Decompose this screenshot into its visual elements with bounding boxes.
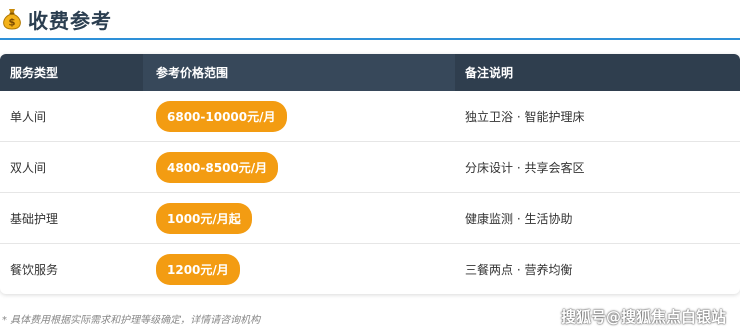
price-cell: 4800-8500元/月 [143,151,455,183]
column-header-service-type: 服务类型 [10,66,59,80]
table-row: 单人间 6800-10000元/月 独立卫浴 · 智能护理床 [0,91,740,142]
section-header: $ 收费参考 [0,0,740,40]
price-badge: 1000元/月起 [156,202,252,234]
pricing-table: 服务类型 参考价格范围 备注说明 单人间 6800-10000元/月 独立卫浴 … [0,54,740,294]
page-title: 收费参考 [28,8,112,33]
column-header-notes: 备注说明 [465,66,514,80]
money-bag-icon: $ [2,8,22,30]
price-badge: 1200元/月 [156,254,240,285]
service-type-cell: 基础护理 [10,211,59,226]
price-cell: 1000元/月起 [143,202,455,234]
note-cell: 独立卫浴 · 智能护理床 [465,109,585,124]
note-cell: 三餐两点 · 营养均衡 [465,263,573,277]
footnote: * 具体费用根据实际需求和护理等级确定，详情请咨询机构 [2,315,261,326]
service-type-cell: 双人间 [10,160,47,175]
table-row: 基础护理 1000元/月起 健康监测 · 生活协助 [0,193,740,244]
table-header: 服务类型 参考价格范围 备注说明 [0,54,740,91]
service-type-cell: 餐饮服务 [10,263,59,277]
price-badge: 6800-10000元/月 [156,100,287,132]
note-cell: 健康监测 · 生活协助 [465,211,573,226]
price-cell: 1200元/月 [143,254,455,285]
column-header-price-range: 参考价格范围 [143,54,455,91]
svg-text:$: $ [9,18,16,29]
price-badge: 4800-8500元/月 [156,151,279,183]
watermark: 搜狐号@搜狐焦点白银站 [560,308,726,326]
note-cell: 分床设计 · 共享会客区 [465,160,585,175]
table-row: 双人间 4800-8500元/月 分床设计 · 共享会客区 [0,142,740,193]
service-type-cell: 单人间 [10,109,47,124]
table-row: 餐饮服务 1200元/月 三餐两点 · 营养均衡 [0,244,740,294]
price-cell: 6800-10000元/月 [143,100,455,132]
